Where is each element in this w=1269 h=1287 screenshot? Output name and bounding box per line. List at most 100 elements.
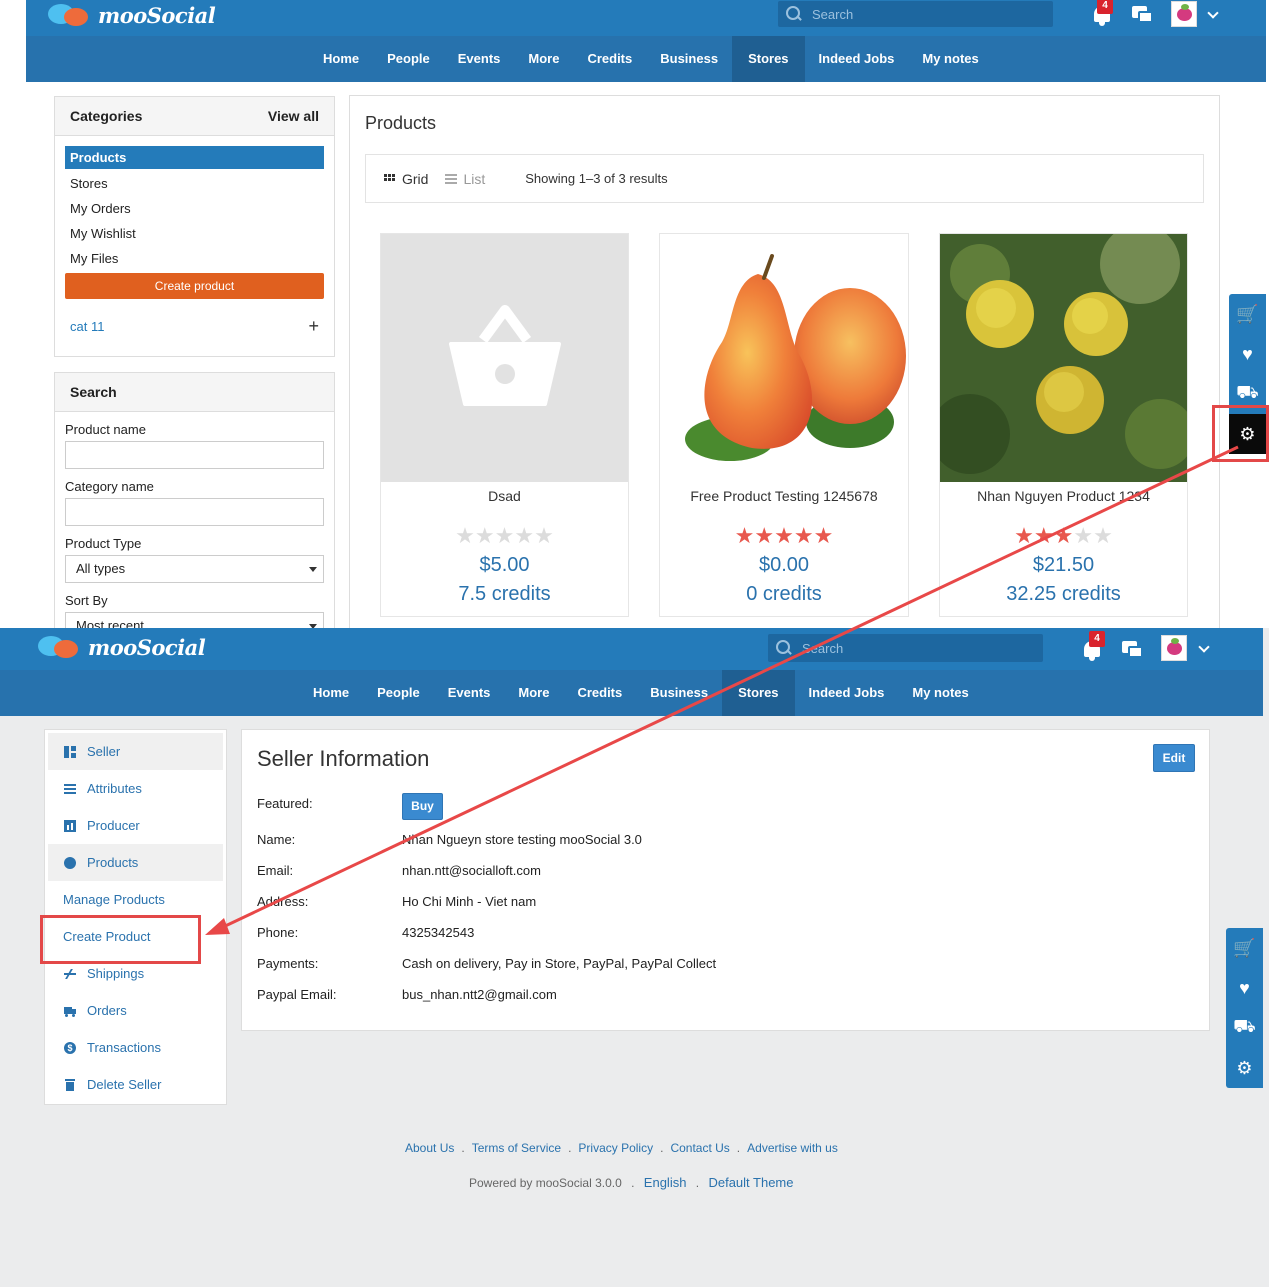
edit-button[interactable]: Edit (1153, 744, 1195, 772)
product-credits: 0 credits (746, 583, 822, 605)
nav-indeed-jobs[interactable]: Indeed Jobs (805, 36, 909, 82)
nav-stores[interactable]: Stores (732, 36, 805, 82)
menu-item-label: Shippings (87, 966, 145, 981)
product-image-oranges[interactable] (940, 234, 1187, 482)
nav-people[interactable]: People (373, 36, 444, 82)
nav-events[interactable]: Events (434, 670, 505, 716)
category-item-stores[interactable]: Stores (65, 171, 324, 196)
search-icon (786, 6, 802, 22)
nav-my-notes[interactable]: My notes (908, 36, 992, 82)
category-name-field[interactable] (65, 498, 324, 526)
product-image-placeholder[interactable] (381, 234, 628, 482)
product-name-field[interactable] (65, 441, 324, 469)
view-all-link[interactable]: View all (268, 108, 319, 124)
messages-icon[interactable] (1132, 6, 1154, 26)
categories-header: Categories View all (55, 97, 334, 136)
gear-icon[interactable]: ⚙ (1226, 1048, 1263, 1088)
menu-item-seller[interactable]: Seller (48, 733, 223, 770)
menu-item-transactions[interactable]: $ Transactions (48, 1029, 223, 1066)
heart-icon[interactable]: ♥ (1229, 334, 1266, 374)
nav-events[interactable]: Events (444, 36, 515, 82)
cart-icon[interactable]: 🛒 (1229, 294, 1266, 334)
list-view-toggle[interactable]: List (445, 171, 485, 187)
search-box[interactable] (768, 634, 1043, 662)
menu-item-producer[interactable]: Producer (48, 807, 223, 844)
grid-icon (384, 173, 396, 184)
logo[interactable]: mooSocial (38, 634, 206, 660)
grid-label: Grid (402, 170, 429, 187)
powered-by-text: Powered by mooSocial 3.0.0 (469, 1176, 622, 1190)
nav-credits[interactable]: Credits (573, 36, 646, 82)
avatar[interactable] (1171, 1, 1197, 27)
menu-item-label: Seller (87, 744, 121, 759)
nav-indeed-jobs[interactable]: Indeed Jobs (795, 670, 899, 716)
nav-home[interactable]: Home (309, 36, 373, 82)
menu-item-label: Products (87, 855, 139, 870)
nav-my-notes[interactable]: My notes (898, 670, 982, 716)
seller-info-panel: Seller Information Edit Featured: Buy Na… (241, 729, 1210, 1031)
search-panel: Search Product name Category name Produc… (54, 372, 335, 630)
grid-view-toggle[interactable]: Grid (384, 171, 428, 187)
pears-image (685, 254, 906, 461)
product-name[interactable]: Free Product Testing 1245678 (660, 488, 908, 526)
product-type-select[interactable]: All types (65, 555, 324, 583)
footer-link-privacy[interactable]: Privacy Policy (578, 1141, 653, 1155)
star-icon: ★ (1053, 523, 1074, 548)
avatar[interactable] (1161, 635, 1187, 661)
menu-item-products[interactable]: Products (48, 844, 223, 881)
product-image-pears[interactable] (660, 234, 908, 482)
citrus-tree-image (940, 234, 1187, 482)
nav-business[interactable]: Business (636, 670, 722, 716)
create-product-highlight-box (40, 915, 201, 964)
category-item-my-files[interactable]: My Files (65, 246, 324, 271)
footer-link-about[interactable]: About Us (405, 1141, 454, 1155)
star-icon: ★ (774, 523, 794, 548)
search-box[interactable] (778, 1, 1053, 27)
expand-plus-icon[interactable]: + (308, 317, 319, 335)
create-product-button[interactable]: Create product (65, 273, 324, 299)
messages-icon[interactable] (1122, 641, 1144, 661)
cart-icon[interactable]: 🛒 (1226, 928, 1263, 968)
nav-business[interactable]: Business (646, 36, 732, 82)
heart-icon[interactable]: ♥ (1226, 968, 1263, 1008)
products-title: Products (365, 113, 437, 133)
footer-link-terms[interactable]: Terms of Service (472, 1141, 561, 1155)
product-name[interactable]: Dsad (381, 488, 628, 526)
menu-item-delete-seller[interactable]: Delete Seller (48, 1066, 223, 1103)
category-item-products[interactable]: Products (65, 146, 324, 169)
footer-link-advertise[interactable]: Advertise with us (747, 1141, 838, 1155)
product-card[interactable]: Dsad ★ ★ ★ ★ ★ $5.00 7.5 credits (380, 233, 629, 617)
buy-button[interactable]: Buy (402, 793, 443, 820)
seller-info-title: Seller Information (257, 746, 430, 771)
category-item-my-wishlist[interactable]: My Wishlist (65, 221, 324, 246)
star-icon: ★ (514, 523, 535, 548)
footer-link-contact[interactable]: Contact Us (670, 1141, 729, 1155)
menu-item-manage-products[interactable]: Manage Products (48, 881, 223, 918)
nav-stores[interactable]: Stores (722, 670, 795, 716)
theme-link[interactable]: Default Theme (708, 1175, 793, 1190)
product-credits: 7.5 credits (458, 583, 551, 605)
language-link[interactable]: English (644, 1175, 687, 1190)
menu-item-orders[interactable]: Orders (48, 992, 223, 1029)
nav-people[interactable]: People (363, 670, 434, 716)
truck-icon[interactable]: ⛟ (1226, 1008, 1263, 1048)
notification-badge: 4 (1097, 0, 1113, 14)
nav-credits[interactable]: Credits (563, 670, 636, 716)
categories-panel: Categories View all Products Stores My O… (54, 96, 335, 357)
separator: . (461, 1141, 465, 1155)
nav-more[interactable]: More (514, 36, 573, 82)
search-input[interactable] (812, 6, 1012, 22)
category-item-my-orders[interactable]: My Orders (65, 196, 324, 221)
logo[interactable]: mooSocial (48, 2, 216, 28)
product-name[interactable]: Nhan Nguyen Product 1234 (940, 488, 1187, 526)
list-icon (445, 173, 458, 184)
product-card[interactable]: Nhan Nguyen Product 1234 ★ ★ ★ ★ ★ $21.50 32… (939, 233, 1188, 617)
menu-item-attributes[interactable]: Attributes (48, 770, 223, 807)
star-icon: ★ (1033, 523, 1054, 548)
product-card[interactable]: Free Product Testing 1245678 ★ ★ ★ ★ ★ $0.00… (659, 233, 909, 617)
nav-home[interactable]: Home (299, 670, 363, 716)
dropdown-arrow-icon (309, 567, 317, 572)
category-cat11[interactable]: cat 11 + (65, 317, 324, 335)
search-input[interactable] (802, 640, 1002, 656)
nav-more[interactable]: More (504, 670, 563, 716)
